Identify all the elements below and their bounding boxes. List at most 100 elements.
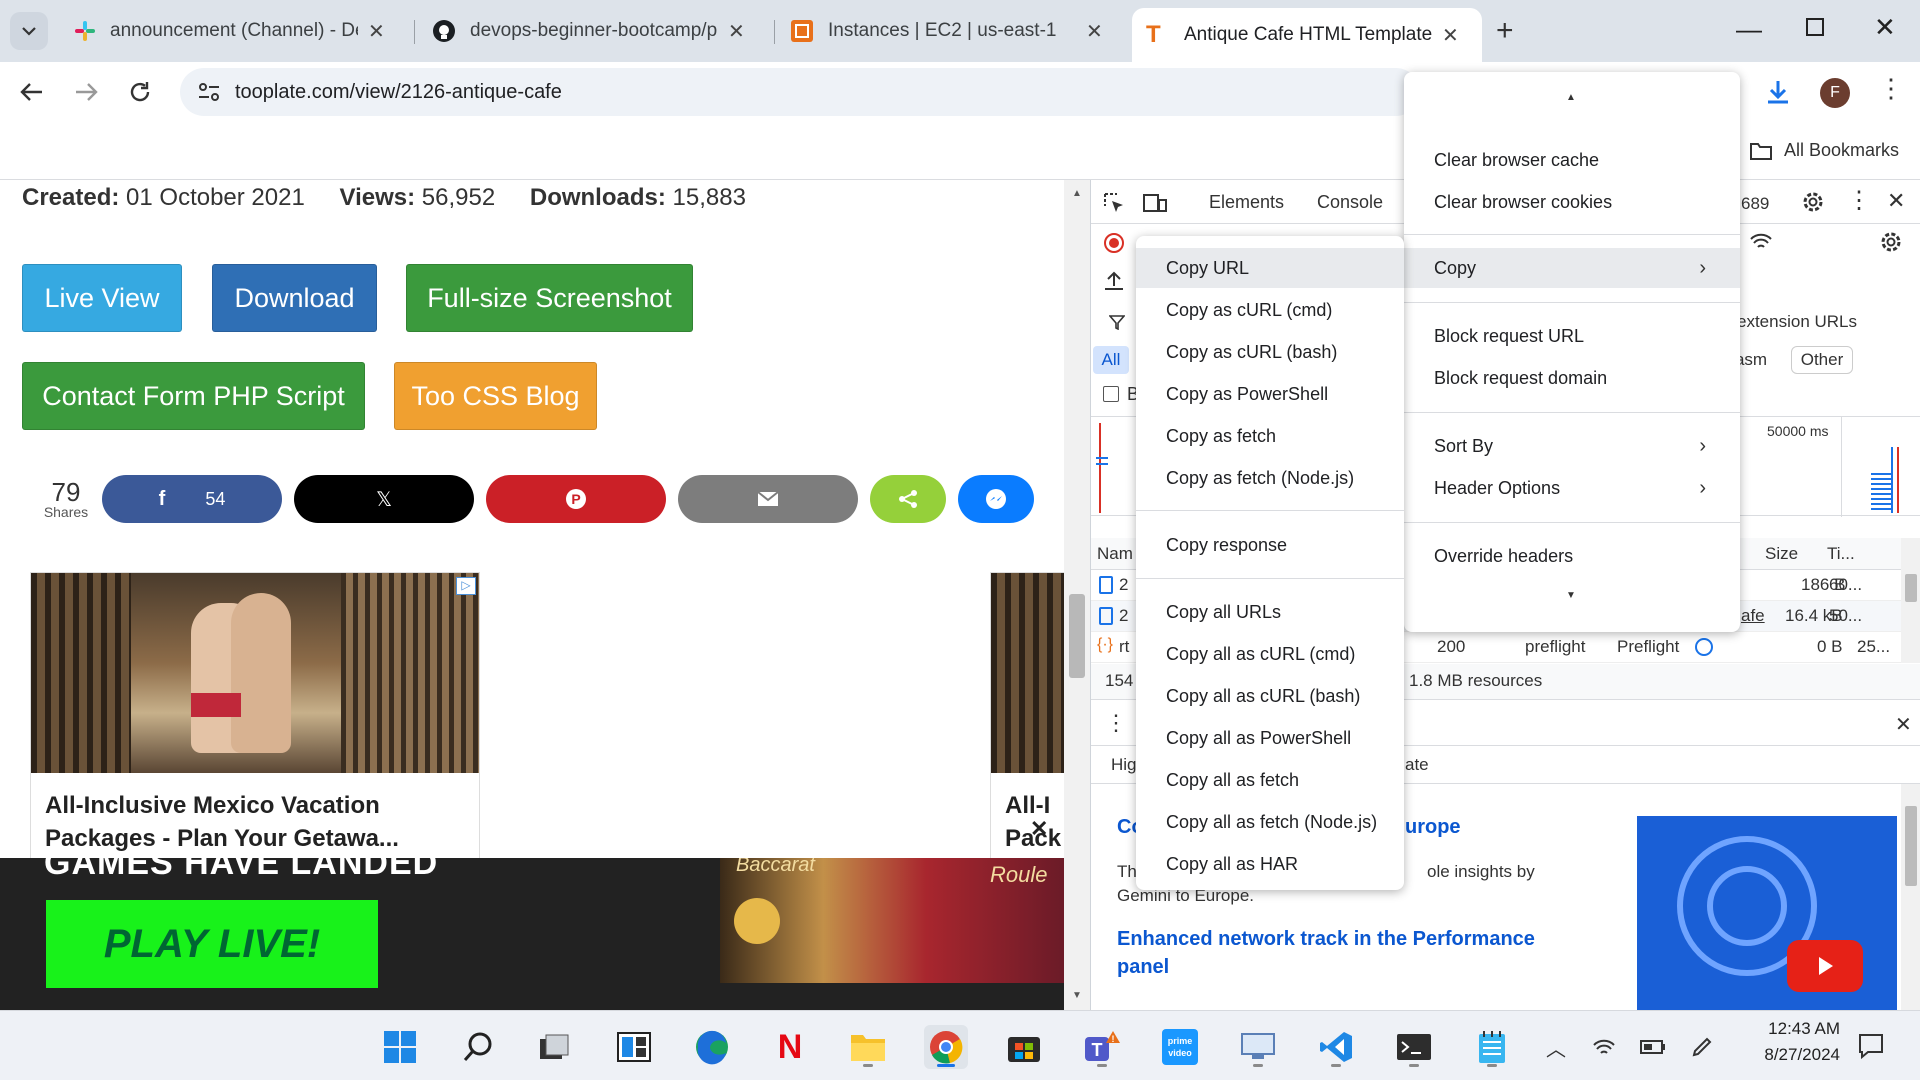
file-explorer-icon[interactable] [846,1025,890,1069]
scroll-down-icon[interactable]: ▼ [1566,590,1576,601]
tab-elements[interactable]: Elements [1209,192,1284,213]
network-conditions-icon[interactable] [1749,232,1773,252]
download-button[interactable]: Download [212,264,377,332]
restore-button[interactable] [1806,18,1824,36]
remote-desktop-icon[interactable] [1236,1025,1280,1069]
all-bookmarks-link[interactable]: All Bookmarks [1784,140,1899,161]
tab-slack[interactable]: announcement (Channel) - Dev ✕ [60,8,410,54]
menu-clear-cache[interactable]: Clear browser cache [1404,140,1740,180]
menu-copy[interactable]: Copy › [1404,248,1740,288]
device-toolbar-icon[interactable] [1143,192,1167,214]
menu-copy-fetch-node[interactable]: Copy as fetch (Node.js) [1136,458,1404,498]
menu-copy-curl-cmd[interactable]: Copy as cURL (cmd) [1136,290,1404,330]
ad-card[interactable]: ▷ All-Inclusive Mexico Vacation Packages… [30,572,480,862]
row-initiator[interactable]: afe [1741,606,1765,626]
chrome-icon[interactable] [924,1025,968,1069]
ad-card-2[interactable]: All-I Pack [990,572,1064,862]
menu-block-domain[interactable]: Block request domain [1404,358,1740,398]
video-thumbnail[interactable] [1637,816,1897,1010]
minimize-button[interactable]: — [1736,14,1762,45]
record-icon[interactable] [1103,232,1125,254]
reload-icon[interactable] [128,80,152,104]
table-scrollbar[interactable] [1901,538,1920,663]
prime-video-icon[interactable]: prime video [1158,1025,1202,1069]
vscode-icon[interactable] [1314,1025,1358,1069]
notepad-icon[interactable] [1470,1025,1514,1069]
battery-icon[interactable] [1640,1039,1666,1055]
col-size[interactable]: Size [1765,544,1798,564]
menu-copy-curl-bash[interactable]: Copy as cURL (bash) [1136,332,1404,372]
filter-other-chip[interactable]: Other [1791,346,1853,374]
col-time[interactable]: Ti... [1827,544,1855,564]
back-icon[interactable] [20,82,44,102]
search-icon[interactable] [456,1025,500,1069]
notification-center-icon[interactable] [1858,1033,1884,1059]
scroll-up-icon[interactable]: ▲ [1566,92,1576,103]
menu-copy-all-fetch[interactable]: Copy all as fetch [1136,760,1404,800]
site-settings-icon[interactable] [198,82,220,102]
import-har-icon[interactable] [1103,270,1125,292]
close-tab-icon[interactable]: ✕ [368,19,385,44]
tab-antique-cafe[interactable]: T Antique Cafe HTML Template b ✕ [1132,8,1482,62]
menu-copy-url[interactable]: Copy URL [1136,248,1404,288]
col-name[interactable]: Nam [1097,544,1133,564]
close-drawer-icon[interactable]: ✕ [1895,712,1912,737]
close-tab-icon[interactable]: ✕ [1442,23,1459,48]
close-tab-icon[interactable]: ✕ [1086,19,1103,44]
menu-copy-all-fetch-node[interactable]: Copy all as fetch (Node.js) [1136,802,1404,842]
widgets-icon[interactable] [612,1025,656,1069]
tab-console[interactable]: Console [1317,192,1383,213]
netflix-icon[interactable]: N [768,1025,812,1069]
feature-heading-2[interactable]: Enhanced network track in the Performanc… [1117,928,1535,951]
blocked-checkbox[interactable] [1103,386,1119,402]
issues-count[interactable]: 689 [1741,194,1769,214]
close-tab-icon[interactable]: ✕ [728,19,745,44]
menu-copy-all-curl-cmd[interactable]: Copy all as cURL (cmd) [1136,634,1404,674]
tab-search-button[interactable] [10,12,48,50]
adchoices-icon[interactable]: ▷ [456,577,476,595]
menu-copy-all-har[interactable]: Copy all as HAR [1136,844,1404,884]
too-css-blog-button[interactable]: Too CSS Blog [394,362,597,430]
menu-copy-all-urls[interactable]: Copy all URLs [1136,592,1404,632]
drawer-menu-icon[interactable]: ⋮ [1105,710,1127,736]
extension-urls-label[interactable]: extension URLs [1737,312,1857,332]
store-icon[interactable] [1002,1025,1046,1069]
play-live-button[interactable]: PLAY LIVE! [46,900,378,988]
task-view-icon[interactable] [532,1025,576,1069]
edge-icon[interactable] [690,1025,734,1069]
menu-header-options[interactable]: Header Options › [1404,468,1740,508]
messenger-share-button[interactable] [958,475,1034,523]
drawer-scrollbar[interactable] [1901,784,1920,1010]
new-tab-button[interactable]: + [1496,14,1514,48]
preflight-link-icon[interactable] [1695,638,1713,656]
clock[interactable]: 12:43 AM 8/27/2024 [1740,1019,1840,1065]
live-view-button[interactable]: Live View [22,264,182,332]
full-size-screenshot-button[interactable]: Full-size Screenshot [406,264,693,332]
menu-copy-all-powershell[interactable]: Copy all as PowerShell [1136,718,1404,758]
show-hidden-icons[interactable]: ︿ [1546,1033,1566,1062]
feature-heading-2-end[interactable]: panel [1117,956,1169,979]
filter-all-chip[interactable]: All [1093,346,1129,374]
start-icon[interactable] [378,1025,422,1069]
download-icon[interactable] [1764,78,1792,106]
casino-banner-ad[interactable]: GAMES HAVE LANDED PLAY LIVE! Baccarat Ro… [0,858,1064,1010]
close-devtools-icon[interactable]: ✕ [1887,188,1905,214]
pen-icon[interactable] [1690,1035,1714,1059]
feature-heading-end[interactable]: urope [1405,816,1461,839]
contact-form-button[interactable]: Contact Form PHP Script [22,362,365,430]
profile-avatar[interactable]: F [1820,78,1850,108]
youtube-play-icon[interactable] [1787,940,1863,992]
tab-github[interactable]: devops-beginner-bootcamp/pr ✕ [418,8,768,54]
address-bar[interactable]: tooplate.com/view/2126-antique-cafe [180,68,1420,116]
tab-ec2[interactable]: Instances | EC2 | us-east-1 ✕ [776,8,1126,54]
menu-copy-powershell[interactable]: Copy as PowerShell [1136,374,1404,414]
menu-sort-by[interactable]: Sort By › [1404,426,1740,466]
inspect-element-icon[interactable] [1103,192,1125,214]
page-scrollbar[interactable]: ▲ ▼ [1064,180,1090,1010]
x-share-button[interactable]: 𝕏 [294,475,474,523]
teams-icon[interactable]: T! [1080,1025,1124,1069]
pinterest-share-button[interactable]: P [486,475,666,523]
drawer-tab-label[interactable]: ate [1405,755,1429,775]
menu-clear-cookies[interactable]: Clear browser cookies [1404,182,1740,222]
ad-close-icon[interactable]: ✕ [1030,816,1048,842]
